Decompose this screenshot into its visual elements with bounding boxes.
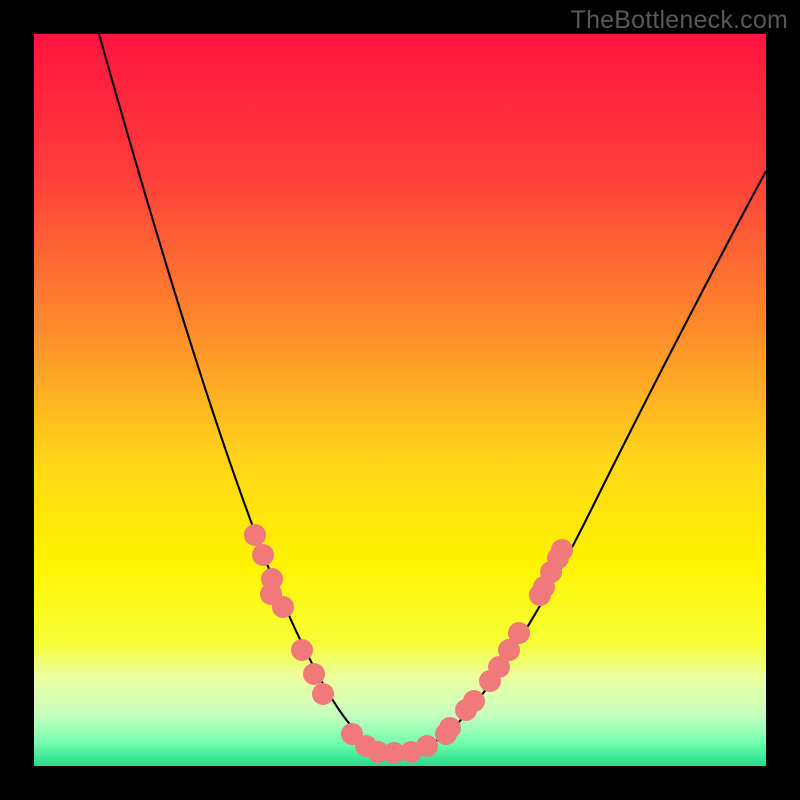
- data-markers: [244, 524, 573, 764]
- chart-stage: TheBottleneck.com: [0, 0, 800, 800]
- data-marker: [439, 717, 461, 739]
- data-marker: [416, 735, 438, 757]
- data-marker: [508, 622, 530, 644]
- data-marker: [244, 524, 266, 546]
- curve-layer: [34, 34, 766, 766]
- data-marker: [312, 683, 334, 705]
- data-marker: [551, 539, 573, 561]
- data-marker: [272, 596, 294, 618]
- data-marker: [303, 663, 325, 685]
- data-marker: [252, 544, 274, 566]
- plot-area: [34, 34, 766, 766]
- data-marker: [291, 639, 313, 661]
- bottleneck-curve: [99, 34, 766, 752]
- watermark-text: TheBottleneck.com: [571, 6, 788, 35]
- data-marker: [463, 690, 485, 712]
